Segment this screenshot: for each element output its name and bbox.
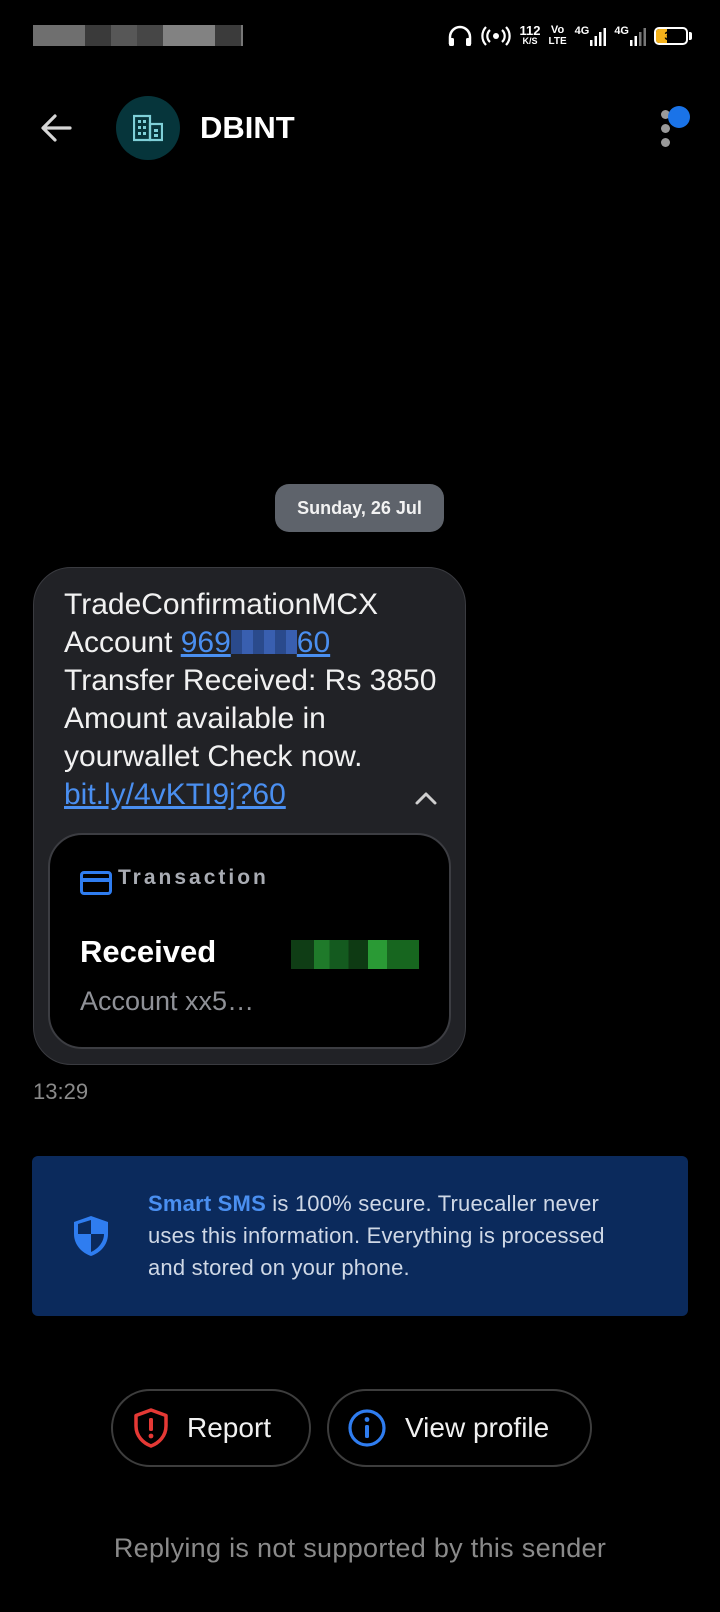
back-arrow-icon xyxy=(41,114,72,142)
shield-icon xyxy=(71,1214,111,1258)
transaction-title: Received xyxy=(80,934,217,969)
more-options-button[interactable] xyxy=(660,104,690,152)
transaction-label: Transaction xyxy=(118,866,269,889)
sim1-signal: 4G xyxy=(575,26,607,46)
report-button[interactable]: Report xyxy=(111,1389,311,1467)
smart-sms-brand: Smart SMS xyxy=(148,1191,266,1216)
notification-dot xyxy=(668,106,690,128)
battery-tip xyxy=(689,32,692,40)
report-label: Report xyxy=(187,1412,272,1443)
signal-icon xyxy=(630,28,646,46)
date-chip: Sunday, 26 Jul xyxy=(275,484,444,532)
message-text: TradeConfirmationMCX Account 969 60 Trans… xyxy=(64,586,444,814)
view-profile-button[interactable]: View profile xyxy=(327,1389,592,1467)
network-speed-unit: K/S xyxy=(522,36,538,46)
battery-icon: 36 xyxy=(654,27,692,45)
account-link-end: 60 xyxy=(296,626,331,659)
redacted-digits xyxy=(230,630,297,654)
message-body: Transfer Received: Rs 3850 Amount availa… xyxy=(64,664,437,773)
battery-body: 36 xyxy=(654,27,688,45)
sender-name[interactable]: DBINT xyxy=(200,108,295,148)
message-line1: TradeConfirmationMCX xyxy=(64,588,378,621)
network-speed-value: 112 xyxy=(519,23,541,38)
account-link-start: 969 xyxy=(180,626,231,659)
sim2-signal: 4G xyxy=(614,26,646,46)
battery-level: 36 xyxy=(664,29,678,43)
business-icon xyxy=(133,114,163,142)
smart-sms-text: Smart SMS is 100% secure. Truecaller nev… xyxy=(148,1188,648,1284)
redacted-status-area xyxy=(33,25,243,46)
card-icon xyxy=(80,871,112,895)
sim2-network-type: 4G xyxy=(614,25,629,37)
report-shield-icon xyxy=(134,1408,168,1448)
redacted-amount xyxy=(291,940,419,969)
transaction-account: Account xx5… xyxy=(80,986,255,1016)
account-prefix: Account xyxy=(64,626,181,659)
account-number-link[interactable]: 969 60 xyxy=(181,626,330,659)
message-timestamp: 13:29 xyxy=(33,1079,89,1104)
headphones-icon xyxy=(449,25,472,46)
collapse-button[interactable] xyxy=(410,786,442,810)
signal-icon xyxy=(590,28,607,46)
chevron-up-icon xyxy=(415,792,437,805)
network-speed: 112 K/S xyxy=(519,23,541,47)
sender-avatar[interactable] xyxy=(116,96,180,160)
volte-indicator: Vo LTE xyxy=(548,24,567,48)
back-button[interactable] xyxy=(36,108,76,148)
status-icons: 112 K/S Vo LTE 4G 4G 36 xyxy=(447,22,692,50)
reply-not-supported-note: Replying is not supported by this sender xyxy=(113,1533,607,1563)
sim1-network-type: 4G xyxy=(574,25,590,37)
volte-bottom: LTE xyxy=(548,36,567,47)
message-url-link[interactable]: bit.ly/4vKTI9j?60 xyxy=(64,778,286,811)
info-icon xyxy=(348,1409,386,1447)
hotspot-icon xyxy=(481,26,512,46)
view-profile-label: View profile xyxy=(405,1412,550,1443)
volte-top: Vo xyxy=(550,24,565,36)
